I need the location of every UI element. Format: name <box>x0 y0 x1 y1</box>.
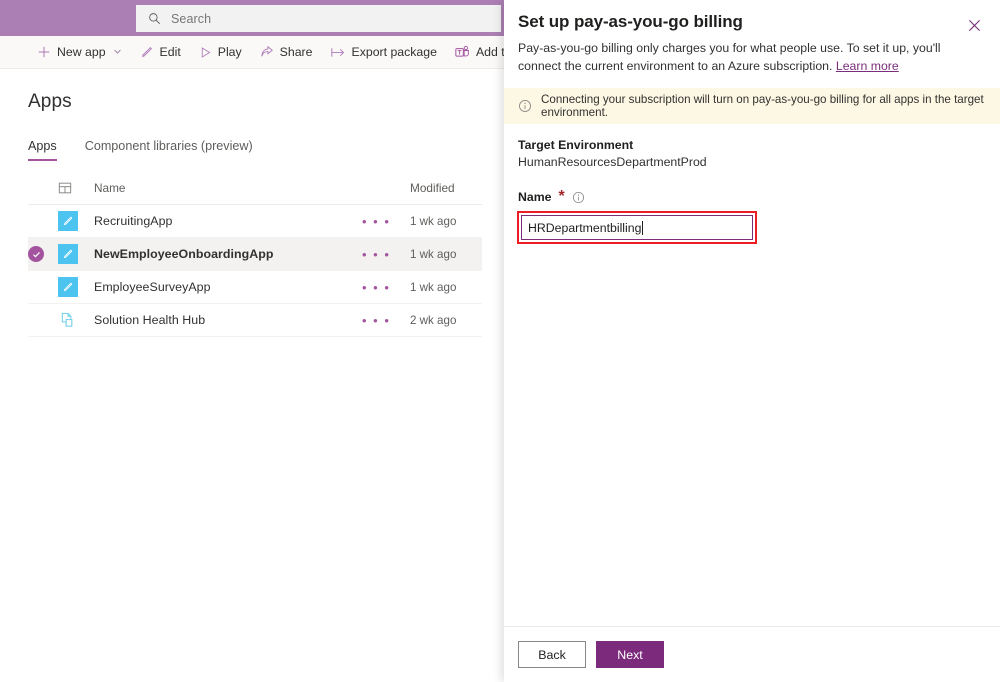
checkmark-icon <box>28 246 44 262</box>
app-modified: 1 wk ago <box>410 248 482 261</box>
export-package-label: Export package <box>352 45 437 59</box>
apps-table-header: Name Modified <box>28 171 482 205</box>
row-more-actions[interactable]: • • • <box>362 248 410 261</box>
row-select[interactable] <box>28 246 58 262</box>
share-icon <box>260 45 274 59</box>
name-field-group: Name * HRDepartmentbilling <box>518 188 986 244</box>
app-modified: 1 wk ago <box>410 281 482 294</box>
grid-icon <box>58 181 94 195</box>
app-modified: 1 wk ago <box>410 215 482 228</box>
export-icon <box>331 46 346 59</box>
panel-title: Set up pay-as-you-go billing <box>518 12 978 32</box>
row-more-actions[interactable]: • • • <box>362 281 410 294</box>
plus-icon <box>37 45 51 59</box>
edit-button[interactable]: Edit <box>131 36 190 68</box>
play-button[interactable]: Play <box>190 36 251 68</box>
info-banner-text: Connecting your subscription will turn o… <box>541 93 986 119</box>
command-bar: New app Edit Play <box>0 36 510 69</box>
row-more-actions[interactable]: • • • <box>362 314 410 327</box>
play-label: Play <box>218 45 242 59</box>
info-icon[interactable] <box>572 191 585 204</box>
play-icon <box>199 46 212 59</box>
column-header-modified[interactable]: Modified <box>410 181 482 195</box>
next-button[interactable]: Next <box>596 641 664 668</box>
canvas-app-icon <box>58 244 94 264</box>
app-name[interactable]: EmployeeSurveyApp <box>94 280 362 294</box>
tab-component-libraries[interactable]: Component libraries (preview) <box>85 139 253 161</box>
edit-label: Edit <box>160 45 181 59</box>
search-input[interactable]: Search <box>136 5 501 32</box>
add-to-teams-button[interactable]: Add to Teams <box>446 36 510 68</box>
close-icon[interactable] <box>960 11 988 39</box>
app-name[interactable]: Solution Health Hub <box>94 313 362 327</box>
target-environment-label: Target Environment <box>518 138 986 152</box>
tab-list: Apps Component libraries (preview) <box>28 125 482 161</box>
text-cursor <box>642 221 643 235</box>
table-row[interactable]: Solution Health Hub • • • 2 wk ago <box>28 304 482 337</box>
table-row[interactable]: NewEmployeeOnboardingApp • • • 1 wk ago <box>28 238 482 271</box>
new-app-label: New app <box>57 45 106 59</box>
share-button[interactable]: Share <box>251 36 322 68</box>
table-row[interactable]: RecruitingApp • • • 1 wk ago <box>28 205 482 238</box>
back-button[interactable]: Back <box>518 641 586 668</box>
tab-apps[interactable]: Apps <box>28 139 57 161</box>
info-icon <box>518 99 532 113</box>
info-banner: Connecting your subscription will turn o… <box>504 88 1000 124</box>
panel-footer: Back Next <box>504 626 1000 682</box>
column-header-name[interactable]: Name <box>94 181 362 195</box>
power-apps-maker-portal: Search New app Edit <box>0 0 510 682</box>
learn-more-link[interactable]: Learn more <box>836 59 899 73</box>
tab-apps-label: Apps <box>28 139 57 153</box>
share-label: Share <box>280 45 313 59</box>
teams-icon <box>455 45 470 59</box>
required-marker: * <box>559 188 565 206</box>
name-field-label: Name <box>518 190 552 204</box>
pages-icon <box>58 310 94 330</box>
panel-description: Pay-as-you-go billing only charges you f… <box>518 39 970 75</box>
page-body: Apps Apps Component libraries (preview) <box>0 91 510 337</box>
chevron-down-icon <box>113 47 122 58</box>
panel-form: Target Environment HumanResourcesDepartm… <box>504 124 1000 626</box>
panel-header: Set up pay-as-you-go billing Pay-as-you-… <box>504 0 1000 75</box>
app-name[interactable]: NewEmployeeOnboardingApp <box>94 247 362 261</box>
app-header-bar: Search <box>0 0 510 36</box>
table-row[interactable]: EmployeeSurveyApp • • • 1 wk ago <box>28 271 482 304</box>
canvas-app-icon <box>58 211 94 231</box>
row-more-actions[interactable]: • • • <box>362 215 410 228</box>
tab-component-libraries-label: Component libraries (preview) <box>85 139 253 153</box>
export-package-button[interactable]: Export package <box>322 36 446 68</box>
screen-root: Search New app Edit <box>0 0 1000 682</box>
name-input-value: HRDepartmentbilling <box>528 221 641 235</box>
pencil-icon <box>140 45 154 59</box>
pay-as-you-go-setup-panel: Set up pay-as-you-go billing Pay-as-you-… <box>504 0 1000 682</box>
app-name[interactable]: RecruitingApp <box>94 214 362 228</box>
new-app-button[interactable]: New app <box>28 36 131 68</box>
target-environment-value: HumanResourcesDepartmentProd <box>518 155 986 169</box>
name-input-highlight: HRDepartmentbilling <box>517 211 757 244</box>
name-input[interactable]: HRDepartmentbilling <box>521 215 753 240</box>
search-icon <box>148 12 161 25</box>
search-placeholder: Search <box>171 12 211 26</box>
page-title: Apps <box>28 91 482 113</box>
canvas-app-icon <box>58 277 94 297</box>
name-label-row: Name * <box>518 188 986 206</box>
app-modified: 2 wk ago <box>410 314 482 327</box>
